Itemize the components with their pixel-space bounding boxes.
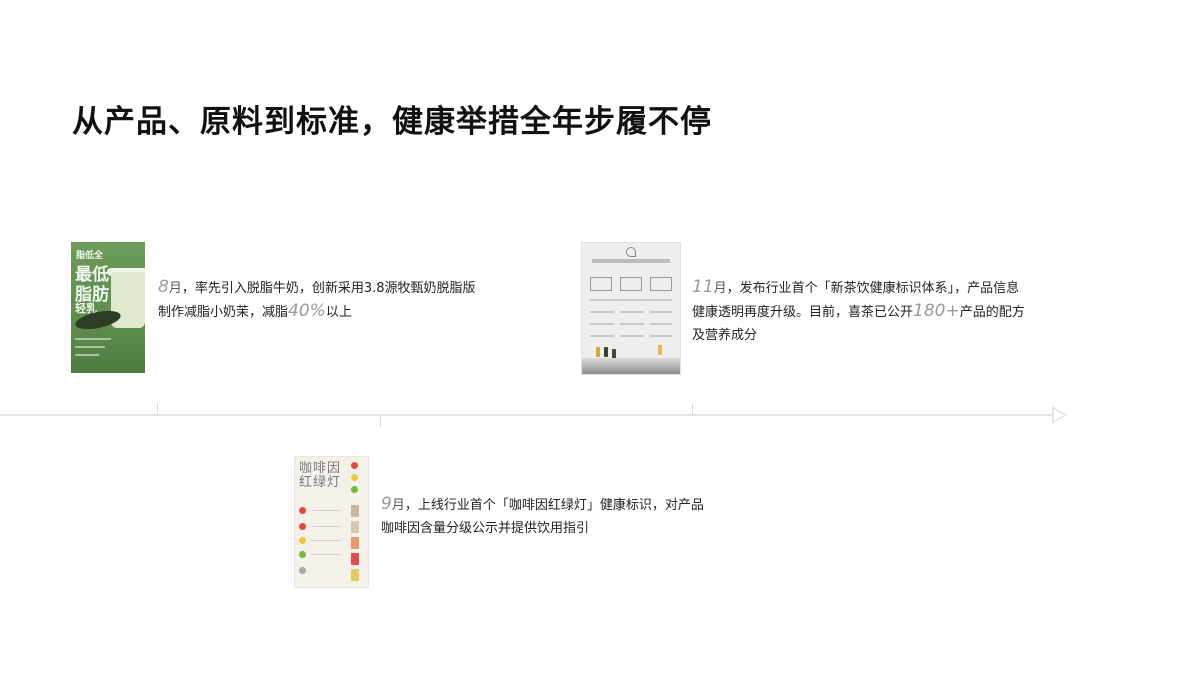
timeline-axis <box>0 414 1060 416</box>
divider <box>311 554 341 555</box>
timeline-arrow-icon <box>1052 406 1067 424</box>
event-text-line: 制作减脂小奶茉，减脂 <box>158 305 289 320</box>
event-september-line2: 咖啡因含量分级公示并提供饮用指引 <box>381 521 590 536</box>
event-text-line: ，上线行业首个「咖啡因红绿灯」健康标识，对产品 <box>404 498 704 513</box>
divider <box>620 311 644 313</box>
month-number: 8 <box>158 277 169 297</box>
health-label-system-poster-image <box>581 242 681 375</box>
bottle-icon <box>604 347 608 357</box>
timeline-tick-nov <box>692 403 693 415</box>
cup-icon <box>351 521 359 533</box>
grey-light-icon <box>299 567 306 574</box>
month-unit: 月 <box>713 281 727 296</box>
divider <box>650 311 672 313</box>
red-light-icon <box>299 507 306 514</box>
caffeine-traffic-light-poster-image: 咖啡因 红绿灯 <box>294 456 369 588</box>
poster-heading <box>592 259 670 263</box>
event-august-line1: 8月，率先引入脱脂牛奶，创新采用3.8源牧甄奶脱脂版 <box>158 276 558 300</box>
event-november-line3: 及营养成分 <box>692 328 758 343</box>
red-light-icon <box>351 462 358 469</box>
red-light-icon <box>299 523 306 530</box>
event-text-line: 健康透明再度升级。目前，喜茶已公开 <box>692 305 914 320</box>
milk-tea-poster-image: 脂低全 最低 脂肪 轻乳 <box>71 242 145 373</box>
divider <box>620 323 644 325</box>
green-light-icon <box>351 486 358 493</box>
page-title: 从产品、原料到标准，健康举措全年步履不停 <box>72 104 712 140</box>
bottle-icon <box>658 345 662 355</box>
month-unit: 月 <box>391 498 405 513</box>
yellow-light-icon <box>299 537 306 544</box>
poster-text: 红绿灯 <box>299 475 342 490</box>
cup-icon <box>351 553 359 565</box>
event-august-text: 8月，率先引入脱脂牛奶，创新采用3.8源牧甄奶脱脂版 制作减脂小奶茉，减脂40%… <box>158 276 558 324</box>
event-text-line: 产品的配方 <box>959 305 1025 320</box>
event-november-line1: 11月，发布行业首个「新茶饮健康标识体系」，产品信息 <box>692 276 1082 300</box>
divider <box>620 335 644 337</box>
poster-fineprint <box>75 338 111 368</box>
event-september-line1: 9月，上线行业首个「咖啡因红绿灯」健康标识，对产品 <box>381 493 781 517</box>
bottle-icon <box>596 347 600 357</box>
label-box <box>590 277 612 291</box>
timeline-tick-aug <box>157 403 158 415</box>
event-text-line: ，率先引入脱脂牛奶，创新采用3.8源牧甄奶脱脂版 <box>181 281 476 296</box>
divider <box>590 323 614 325</box>
label-box <box>620 277 642 291</box>
brand-logo-icon <box>626 247 636 257</box>
green-light-icon <box>299 551 306 558</box>
divider <box>590 335 614 337</box>
event-august-line2: 制作减脂小奶茉，减脂40%以上 <box>158 300 558 324</box>
month-number: 11 <box>692 277 714 297</box>
yellow-light-icon <box>351 474 358 481</box>
cup-icon <box>351 505 359 517</box>
divider <box>650 323 672 325</box>
highlight-number: 40% <box>288 301 326 321</box>
highlight-number: 180+ <box>913 301 960 321</box>
poster-footer <box>582 358 680 374</box>
event-text-line: ，发布行业首个「新茶饮健康标识体系」，产品信息 <box>726 281 1020 296</box>
label-box <box>650 277 672 291</box>
divider <box>590 299 672 301</box>
divider <box>590 311 614 313</box>
cup-icon <box>351 537 359 549</box>
event-november-line2: 健康透明再度升级。目前，喜茶已公开180+产品的配方 <box>692 300 1082 324</box>
timeline-tick-sep <box>380 416 381 428</box>
divider <box>311 510 341 511</box>
event-september-text: 9月，上线行业首个「咖啡因红绿灯」健康标识，对产品 咖啡因含量分级公示并提供饮用… <box>381 493 781 540</box>
month-number: 9 <box>381 494 392 514</box>
event-november-text: 11月，发布行业首个「新茶饮健康标识体系」，产品信息 健康透明再度升级。目前，喜… <box>692 276 1082 347</box>
divider <box>311 540 341 541</box>
cup-icon <box>351 569 359 581</box>
month-unit: 月 <box>168 281 182 296</box>
divider <box>650 335 672 337</box>
divider <box>311 526 341 527</box>
event-text-line: 以上 <box>325 305 352 320</box>
